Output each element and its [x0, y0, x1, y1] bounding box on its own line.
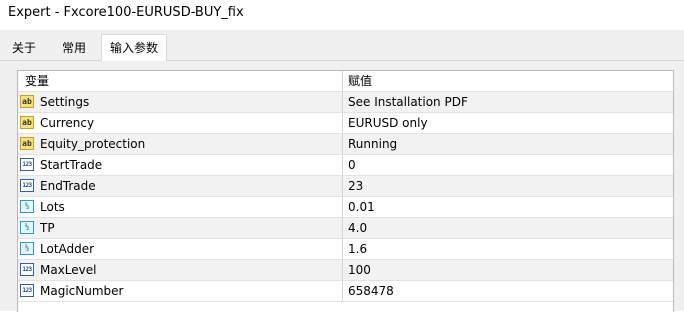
value-cell[interactable]: 1.6: [348, 239, 367, 259]
variable-cell: ab Currency: [18, 113, 343, 133]
double-icon: ½: [20, 242, 34, 255]
variable-name: StartTrade: [40, 158, 103, 172]
double-icon: ½: [20, 200, 34, 213]
variable-name: EndTrade: [40, 179, 96, 193]
double-icon: ½: [20, 221, 34, 234]
table-row[interactable]: ½ Lots 0.01: [18, 197, 673, 218]
variable-cell: 123 EndTrade: [18, 176, 343, 196]
window-title: Expert - Fxcore100-EURUSD-BUY_fix: [8, 5, 244, 20]
value-cell[interactable]: 23: [348, 176, 363, 196]
variable-cell: 123 MagicNumber: [18, 281, 343, 301]
variable-cell: ab Equity_protection: [18, 134, 343, 154]
string-icon: ab: [20, 95, 34, 108]
inputs-panel: 变量 赋值 ab Settings See Installation PDF ab Cu…: [0, 61, 684, 312]
tab-common[interactable]: 常用: [50, 37, 98, 59]
table-header: 变量 赋值: [18, 71, 673, 92]
value-cell[interactable]: 0.01: [348, 197, 375, 217]
title-bar: Expert - Fxcore100-EURUSD-BUY_fix: [0, 0, 684, 30]
value-cell[interactable]: 658478: [348, 281, 394, 301]
variable-name: LotAdder: [40, 242, 95, 256]
variable-cell: ½ LotAdder: [18, 239, 343, 259]
variable-name: Equity_protection: [40, 137, 146, 151]
table-row[interactable]: 123 MagicNumber 658478: [18, 281, 673, 302]
value-cell[interactable]: See Installation PDF: [348, 92, 468, 112]
variable-name: MagicNumber: [40, 284, 124, 298]
table-row[interactable]: ½ TP 4.0: [18, 218, 673, 239]
table-row[interactable]: ab Equity_protection Running: [18, 134, 673, 155]
integer-icon: 123: [20, 284, 34, 297]
value-cell[interactable]: 100: [348, 260, 371, 280]
column-header-value[interactable]: 赋值: [348, 71, 372, 91]
column-header-variable[interactable]: 变量: [25, 71, 49, 91]
variable-name: Settings: [40, 95, 90, 109]
value-cell[interactable]: 4.0: [348, 218, 367, 238]
variable-name: MaxLevel: [40, 263, 97, 277]
variable-name: Currency: [40, 116, 95, 130]
tab-about[interactable]: 关于: [4, 37, 44, 59]
variable-cell: 123 StartTrade: [18, 155, 343, 175]
table-row[interactable]: ½ LotAdder 1.6: [18, 239, 673, 260]
string-icon: ab: [20, 137, 34, 150]
variable-cell: ½ TP: [18, 218, 343, 238]
table-row[interactable]: ab Settings See Installation PDF: [18, 92, 673, 113]
tab-inputs[interactable]: 输入参数: [101, 34, 167, 62]
variable-name: TP: [40, 221, 55, 235]
integer-icon: 123: [20, 158, 34, 171]
variable-name: Lots: [40, 200, 65, 214]
table-row[interactable]: 123 EndTrade 23: [18, 176, 673, 197]
variable-cell: ab Settings: [18, 92, 343, 112]
tab-bar: 关于 常用 输入参数: [0, 30, 684, 62]
value-cell[interactable]: 0: [348, 155, 356, 175]
value-cell[interactable]: Running: [348, 134, 397, 154]
variable-cell: 123 MaxLevel: [18, 260, 343, 280]
integer-icon: 123: [20, 179, 34, 192]
table-row[interactable]: 123 MaxLevel 100: [18, 260, 673, 281]
integer-icon: 123: [20, 263, 34, 276]
variable-cell: ½ Lots: [18, 197, 343, 217]
parameters-table: 变量 赋值 ab Settings See Installation PDF ab Cu…: [17, 70, 674, 312]
table-row[interactable]: ab Currency EURUSD only: [18, 113, 673, 134]
table-row[interactable]: 123 StartTrade 0: [18, 155, 673, 176]
value-cell[interactable]: EURUSD only: [348, 113, 428, 133]
string-icon: ab: [20, 116, 34, 129]
